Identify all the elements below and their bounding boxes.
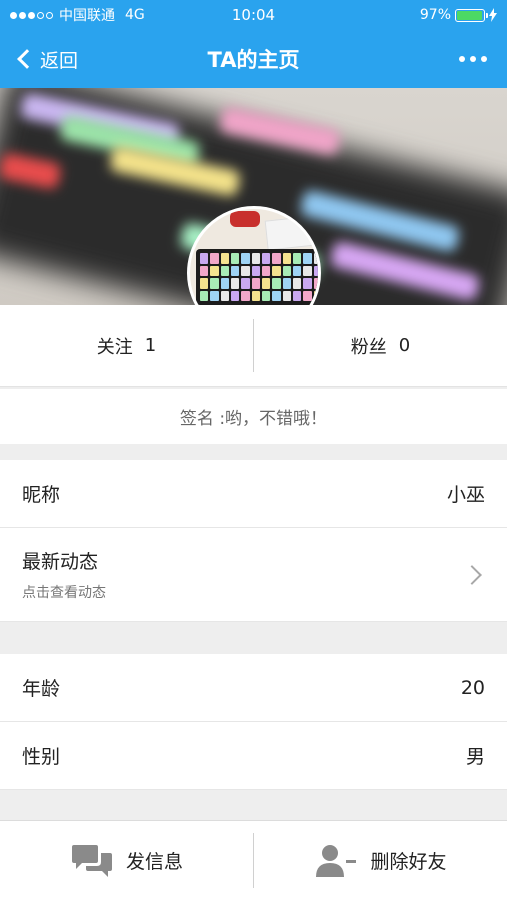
detail-info-group: 年龄 20 性别 男 <box>0 654 507 790</box>
nickname-label: 昵称 <box>22 484 61 506</box>
moments-row[interactable]: 最新动态 点击查看动态 <box>0 528 507 622</box>
moments-label: 最新动态 <box>22 551 99 573</box>
nickname-value: 小巫 <box>446 484 485 506</box>
fans-count-button[interactable]: 粉丝 0 <box>254 305 507 386</box>
fans-label: 粉丝 <box>350 336 387 358</box>
top-bar: 中国联通 4G 10:04 97% 返回 TA的主页 <box>0 0 507 88</box>
more-dots-icon[interactable] <box>453 50 493 68</box>
chevron-left-icon <box>17 49 37 69</box>
follow-stats: 关注 1 粉丝 0 <box>0 305 507 387</box>
back-button[interactable]: 返回 <box>14 46 78 73</box>
following-count: 1 <box>144 335 157 356</box>
gender-label: 性别 <box>22 746 61 768</box>
nav-bar: 返回 TA的主页 <box>0 30 507 88</box>
delete-friend-label: 删除好友 <box>370 851 447 873</box>
fans-count: 0 <box>398 335 411 356</box>
age-value: 20 <box>460 676 485 699</box>
send-message-label: 发信息 <box>125 851 183 873</box>
moments-hint: 点击查看动态 <box>22 585 106 601</box>
back-label: 返回 <box>40 49 79 72</box>
age-row: 年龄 20 <box>0 654 507 722</box>
chevron-right-icon <box>462 564 482 585</box>
profile-cover <box>0 88 507 305</box>
gender-value: 男 <box>465 746 485 768</box>
delete-friend-button[interactable]: 删除好友 <box>254 821 507 900</box>
remove-user-icon <box>316 844 357 877</box>
bottom-action-bar: 发信息 删除好友 <box>0 820 507 900</box>
send-message-button[interactable]: 发信息 <box>0 821 253 900</box>
signature: 签名 :哟，不错哦！ <box>0 389 507 444</box>
clock: 10:04 <box>231 6 276 24</box>
age-label: 年龄 <box>22 678 61 700</box>
battery-icon <box>455 8 488 22</box>
following-count-button[interactable]: 关注 1 <box>0 305 253 386</box>
nickname-row: 昵称 小巫 <box>0 460 507 528</box>
chat-bubbles-icon <box>71 844 112 877</box>
profile-info-group: 昵称 小巫 最新动态 点击查看动态 <box>0 460 507 622</box>
status-bar: 中国联通 4G 10:04 97% <box>0 0 507 30</box>
following-label: 关注 <box>96 336 133 358</box>
gender-row: 性别 男 <box>0 722 507 790</box>
